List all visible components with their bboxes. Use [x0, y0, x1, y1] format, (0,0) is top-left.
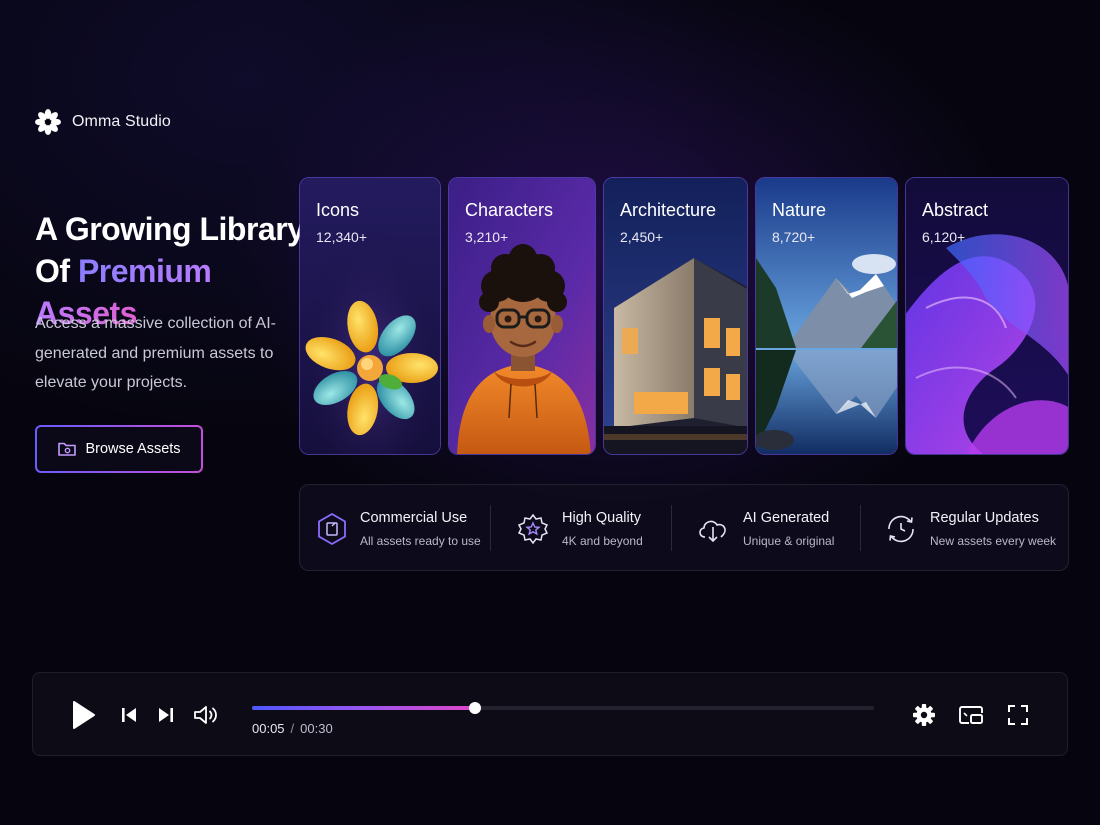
hero-description: Access a massive collection of AI-genera…	[35, 315, 276, 391]
feature-ai-generated: AI Generated Unique & original	[696, 485, 834, 572]
fullscreen-icon	[1008, 705, 1028, 725]
category-count: 2,450+	[620, 229, 664, 245]
skip-back-icon	[122, 708, 136, 722]
total-time: 00:30	[300, 721, 333, 736]
feature-subtitle: New assets every week	[930, 533, 1057, 548]
feature-regular-updates: Regular Updates New assets every week	[885, 485, 1056, 572]
next-button[interactable]	[154, 703, 178, 727]
category-count: 6,120+	[922, 229, 966, 245]
category-count: 8,720+	[772, 229, 816, 245]
feature-subtitle: All assets ready to use	[360, 533, 481, 548]
feature-divider	[671, 505, 672, 551]
browse-assets-label: Browse Assets	[85, 441, 181, 457]
settings-button[interactable]	[911, 702, 937, 728]
skip-forward-icon	[159, 708, 173, 722]
brand-name: Omma Studio	[72, 113, 171, 130]
category-title: Icons	[316, 200, 360, 220]
picture-in-picture-button[interactable]	[957, 702, 985, 728]
feature-high-quality: High Quality 4K and beyond	[517, 485, 643, 572]
category-card-abstract[interactable]: Abstract 6,120+	[905, 177, 1069, 455]
gear-icon	[913, 704, 935, 726]
feature-commercial-use: Commercial Use All assets ready to use	[317, 485, 481, 572]
refresh-clock-icon	[888, 515, 914, 542]
progress-track[interactable]	[252, 702, 874, 714]
feature-subtitle: 4K and beyond	[562, 533, 643, 548]
brand[interactable]: Omma Studio	[34, 108, 171, 136]
feature-subtitle: Unique & original	[743, 533, 835, 548]
picture-in-picture-icon	[959, 706, 983, 724]
feature-title: AI Generated	[743, 509, 830, 526]
star-badge-icon	[517, 513, 549, 544]
current-time: 00:05	[252, 721, 285, 736]
feature-divider	[490, 505, 491, 551]
hero-title-prefix: Of	[35, 253, 78, 289]
browse-assets-button[interactable]: Browse Assets	[35, 425, 203, 473]
category-card-architecture[interactable]: Architecture 2,450+	[603, 177, 748, 455]
category-title: Abstract	[922, 200, 989, 220]
volume-icon	[194, 706, 217, 724]
feature-divider	[860, 505, 861, 551]
volume-button[interactable]	[192, 702, 220, 728]
category-count: 3,210+	[465, 229, 509, 245]
play-icon	[73, 701, 95, 729]
video-player: 00:05 / 00:30	[32, 672, 1068, 756]
features-bar: Commercial Use All assets ready to use H…	[299, 484, 1069, 571]
fullscreen-button[interactable]	[1005, 702, 1031, 728]
flower-icon	[35, 109, 61, 135]
feature-title: High Quality	[562, 509, 641, 526]
previous-button[interactable]	[117, 703, 141, 727]
time-display: 00:05 / 00:30	[252, 721, 333, 736]
category-count: 12,340+	[316, 229, 367, 245]
hexagon-license-icon	[318, 512, 346, 545]
feature-title: Commercial Use	[360, 509, 468, 526]
time-separator: /	[290, 721, 295, 736]
category-title: Architecture	[620, 200, 717, 220]
progress-thumb[interactable]	[468, 702, 481, 714]
category-title: Characters	[465, 200, 554, 220]
feature-title: Regular Updates	[930, 509, 1039, 526]
folder-icon	[58, 442, 77, 456]
cloud-download-icon	[699, 520, 726, 542]
category-title: Nature	[772, 200, 827, 220]
category-card-nature[interactable]: Nature 8,720+	[755, 177, 898, 455]
progress-fill	[252, 706, 475, 710]
hero-title-line1: A Growing Library	[35, 211, 305, 247]
category-card-icons[interactable]: Icons 12,340+	[299, 177, 441, 455]
play-button[interactable]	[65, 697, 101, 733]
category-card-characters[interactable]: Characters 3,210+	[448, 177, 596, 455]
